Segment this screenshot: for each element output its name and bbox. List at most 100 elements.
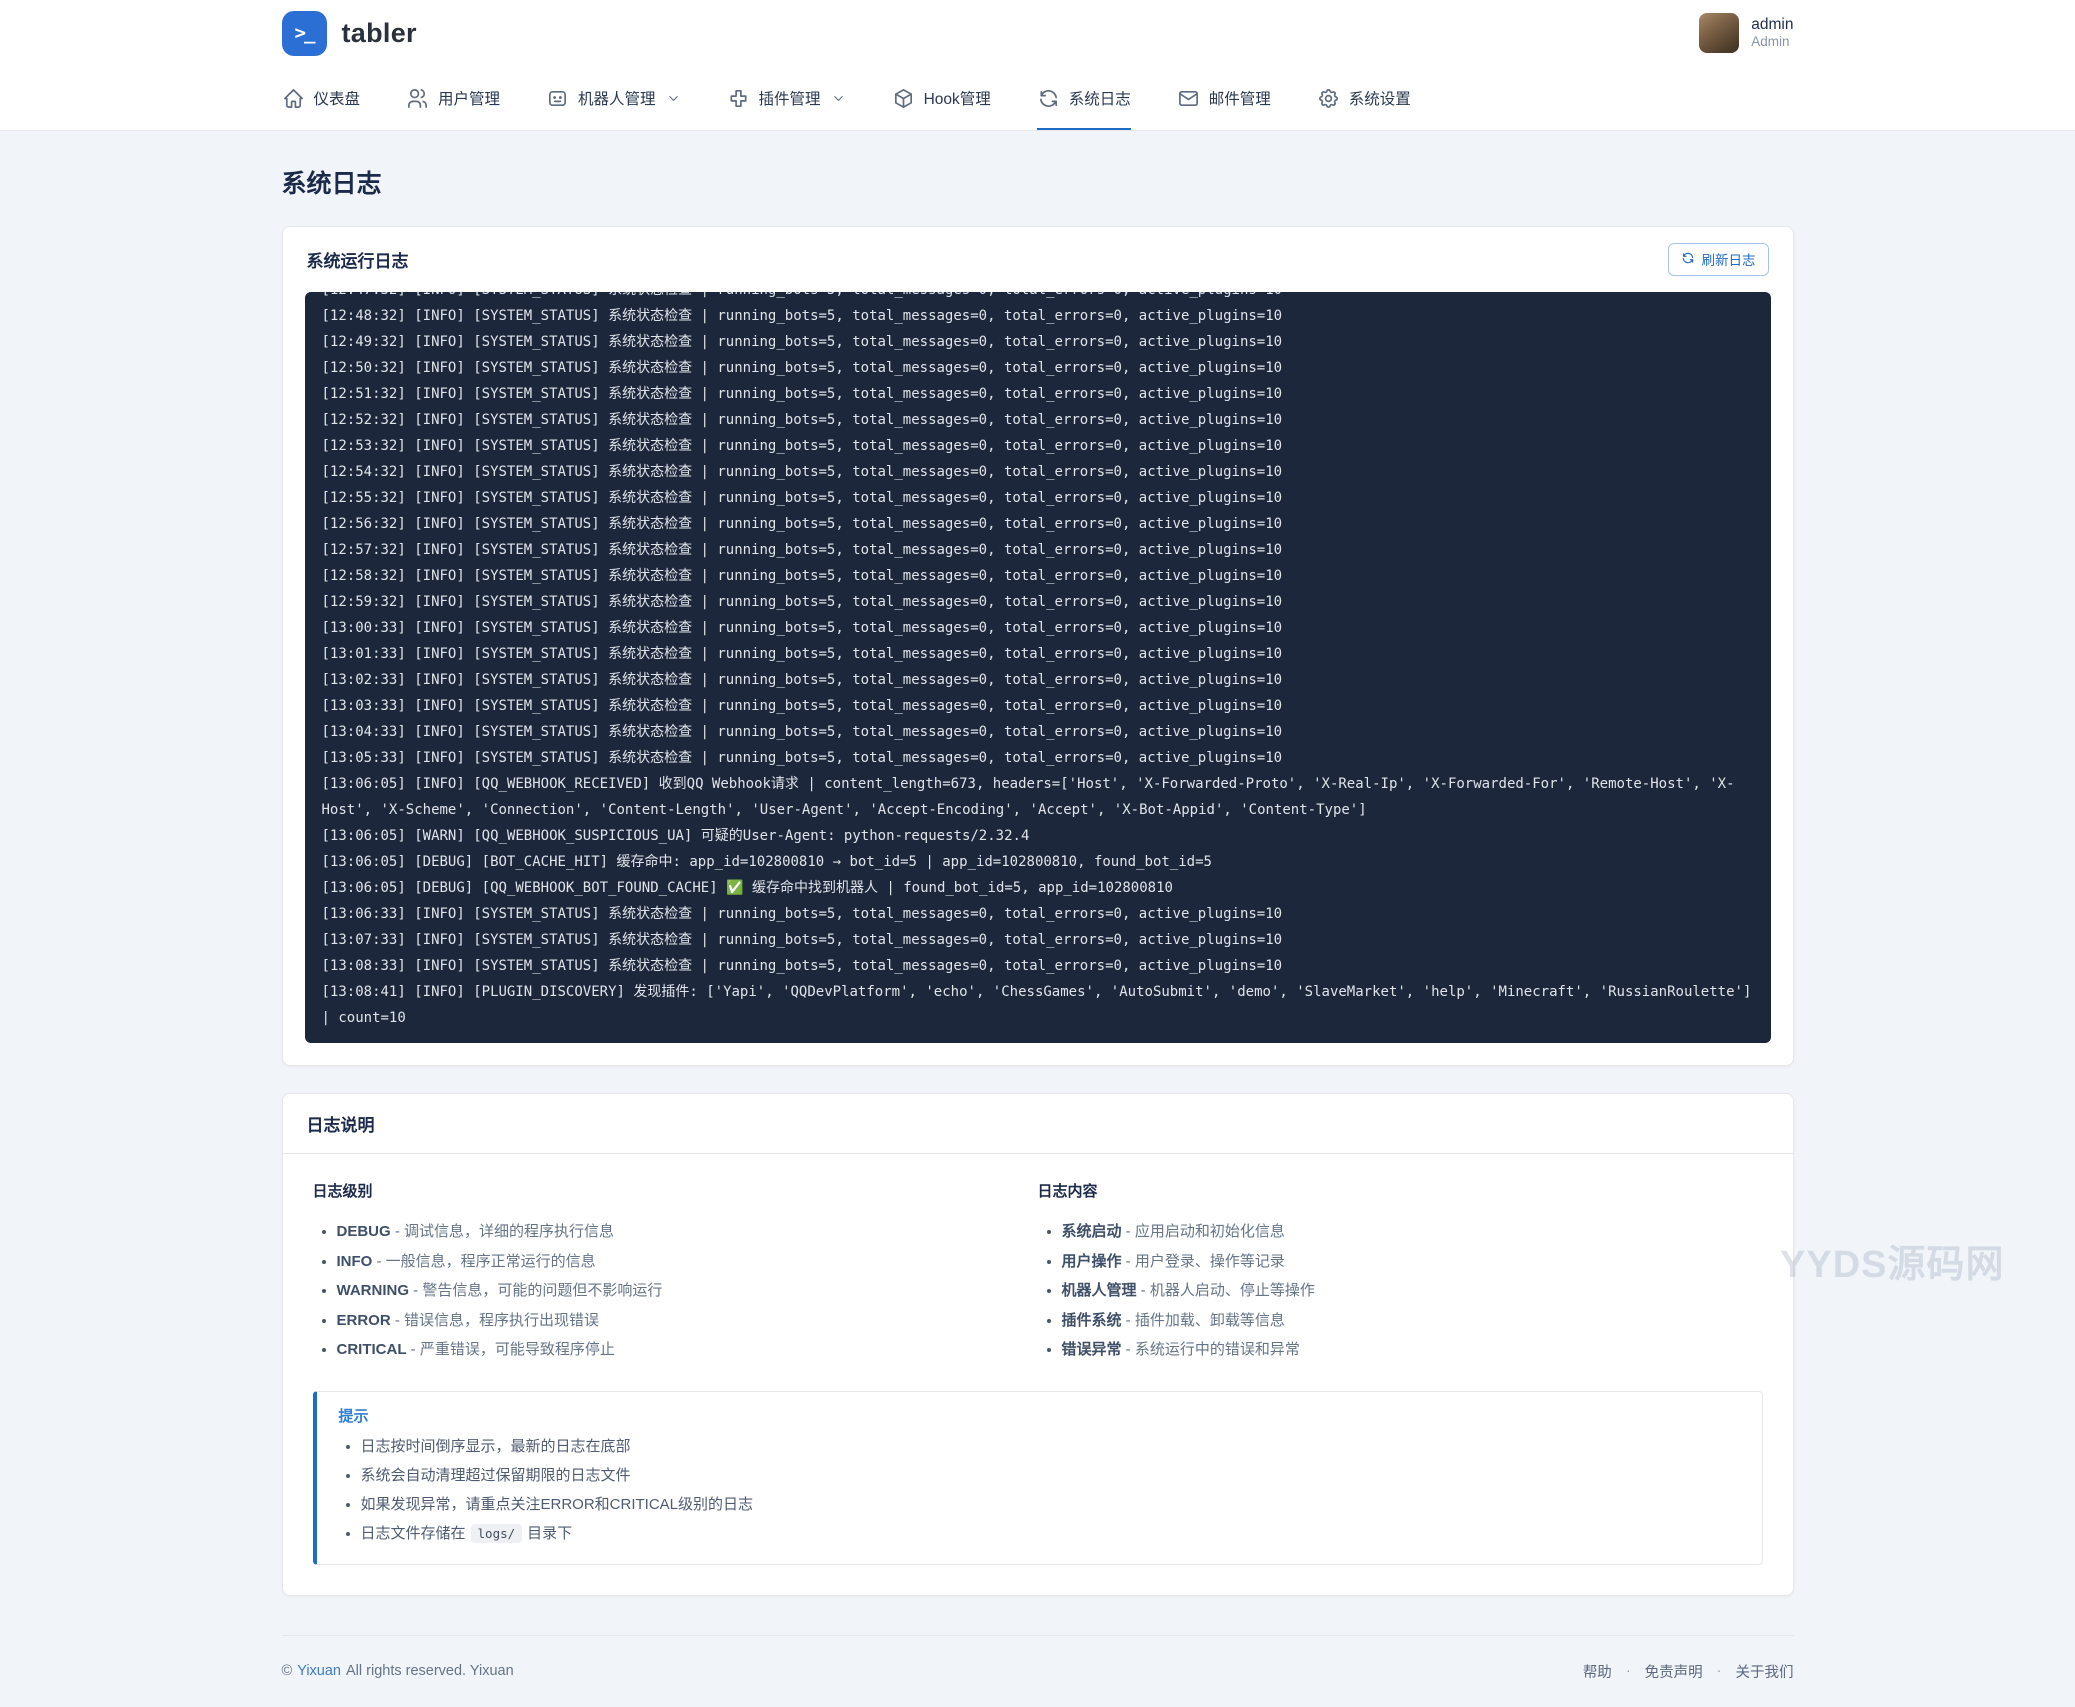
nav-item-label: 系统日志 [1069,87,1131,109]
footer: © Yixuan All rights reserved. Yixuan 帮助 ·… [282,1635,1794,1707]
tip-box: 提示 日志按时间倒序显示，最新的日志在底部系统会自动清理超过保留期限的日志文件如… [313,1391,1763,1565]
refresh-icon [1037,87,1060,110]
log-line: [12:57:32] [INFO] [SYSTEM_STATUS] 系统状态检查… [322,537,1754,563]
log-line: [13:06:05] [WARN] [QQ_WEBHOOK_SUSPICIOUS… [322,823,1754,849]
mail-icon [1177,87,1200,110]
legend-term: DEBUG [337,1223,391,1240]
legend-term: CRITICAL [337,1341,407,1358]
settings-icon [1317,87,1340,110]
log-line: [13:08:41] [INFO] [PLUGIN_DISCOVERY] 发现插… [322,979,1754,1031]
legend-item: WARNING - 警告信息，可能的问题但不影响运行 [337,1276,1038,1306]
nav-item-settings[interactable]: 系统设置 [1317,66,1411,130]
app-header: >_ tabler admin Admin [0,0,2075,66]
log-line: [12:53:32] [INFO] [SYSTEM_STATUS] 系统状态检查… [322,433,1754,459]
refresh-logs-label: 刷新日志 [1702,249,1756,269]
refresh-logs-button[interactable]: 刷新日志 [1668,243,1769,276]
main-nav: 仪表盘 用户管理 机器人管理 插件管理 Hook管理 系统日志 邮件管理 系统设置 [0,66,2075,131]
legend-columns: 日志级别 DEBUG - 调试信息，详细的程序执行信息INFO - 一般信息，程序… [283,1154,1793,1365]
legend-item: ERROR - 错误信息，程序执行出现错误 [337,1306,1038,1336]
page-title: 系统日志 [282,164,1794,200]
legend-item: CRITICAL - 严重错误，可能导致程序停止 [337,1335,1038,1365]
log-legend-card: 日志说明 日志级别 DEBUG - 调试信息，详细的程序执行信息INFO - 一般… [282,1093,1794,1596]
log-line: [12:50:32] [INFO] [SYSTEM_STATUS] 系统状态检查… [322,355,1754,381]
nav-item-label: 系统设置 [1349,87,1411,109]
brand-logo[interactable]: >_ tabler [282,11,417,56]
log-line: [12:59:32] [INFO] [SYSTEM_STATUS] 系统状态检查… [322,589,1754,615]
log-output[interactable]: [12:47:32] [INFO] [SYSTEM_STATUS] 系统状态检查… [305,292,1771,1043]
log-line: [12:58:32] [INFO] [SYSTEM_STATUS] 系统状态检查… [322,563,1754,589]
log-line: [12:48:32] [INFO] [SYSTEM_STATUS] 系统状态检查… [322,303,1754,329]
log-line: [13:00:33] [INFO] [SYSTEM_STATUS] 系统状态检查… [322,615,1754,641]
home-icon [282,87,305,110]
legend-item: 错误异常 - 系统运行中的错误和异常 [1062,1335,1763,1365]
user-role: Admin [1751,34,1793,51]
tip-item: 日志文件存储在logs/目录下 [361,1519,1740,1548]
legend-term: 错误异常 [1062,1341,1122,1358]
log-line: [12:55:32] [INFO] [SYSTEM_STATUS] 系统状态检查… [322,485,1754,511]
log-line: [12:52:32] [INFO] [SYSTEM_STATUS] 系统状态检查… [322,407,1754,433]
package-icon [892,87,915,110]
legend-term: ERROR [337,1312,391,1329]
nav-item-logs[interactable]: 系统日志 [1037,66,1131,130]
tip-item: 如果发现异常，请重点关注ERROR和CRITICAL级别的日志 [361,1490,1740,1519]
legend-item: 插件系统 - 插件加载、卸载等信息 [1062,1306,1763,1336]
brand-name: tabler [342,18,417,49]
code-chip: logs/ [471,1524,523,1543]
nav-item-users[interactable]: 用户管理 [406,66,500,130]
tip-title: 提示 [339,1405,1740,1426]
log-line: [13:04:33] [INFO] [SYSTEM_STATUS] 系统状态检查… [322,719,1754,745]
log-line: [13:06:05] [DEBUG] [QQ_WEBHOOK_BOT_FOUND… [322,875,1754,901]
nav-item-label: 邮件管理 [1209,87,1271,109]
terminal-logo-icon: >_ [282,11,327,56]
legend-column-1: 日志内容系统启动 - 应用启动和初始化信息用户操作 - 用户登录、操作等记录机器… [1038,1180,1763,1365]
log-line: [12:56:32] [INFO] [SYSTEM_STATUS] 系统状态检查… [322,511,1754,537]
log-line: [13:01:33] [INFO] [SYSTEM_STATUS] 系统状态检查… [322,641,1754,667]
tip-item: 系统会自动清理超过保留期限的日志文件 [361,1461,1740,1490]
log-line: [13:06:33] [INFO] [SYSTEM_STATUS] 系统状态检查… [322,901,1754,927]
system-log-card: 系统运行日志 刷新日志 [12:47:32] [INFO] [SYSTEM_ST… [282,226,1794,1066]
legend-item: INFO - 一般信息，程序正常运行的信息 [337,1247,1038,1277]
footer-link-2[interactable]: 关于我们 [1736,1661,1794,1682]
log-line: [13:08:33] [INFO] [SYSTEM_STATUS] 系统状态检查… [322,953,1754,979]
legend-column-heading: 日志级别 [313,1180,1038,1201]
chevron-down-icon [665,91,681,106]
user-menu[interactable]: admin Admin [1699,13,1793,53]
nav-item-dashboard[interactable]: 仪表盘 [282,66,361,130]
nav-item-hooks[interactable]: Hook管理 [892,66,991,130]
nav-item-label: 仪表盘 [314,87,361,109]
legend-card-title: 日志说明 [307,1111,375,1136]
log-line: [13:07:33] [INFO] [SYSTEM_STATUS] 系统状态检查… [322,927,1754,953]
nav-item-mail[interactable]: 邮件管理 [1177,66,1271,130]
nav-item-robots[interactable]: 机器人管理 [546,66,681,130]
legend-item: DEBUG - 调试信息，详细的程序执行信息 [337,1217,1038,1247]
footer-link-1[interactable]: 免责声明 [1645,1661,1703,1682]
copyright-symbol: © [282,1663,293,1679]
tip-list: 日志按时间倒序显示，最新的日志在底部系统会自动清理超过保留期限的日志文件如果发现… [339,1432,1740,1548]
legend-term: 用户操作 [1062,1253,1122,1270]
company-link[interactable]: Yixuan [297,1663,341,1679]
chevron-down-icon [830,91,846,106]
refresh-icon [1681,251,1695,268]
nav-item-label: 机器人管理 [578,87,656,109]
copyright-text: All rights reserved. Yixuan [346,1663,514,1679]
puzzle-icon [727,87,750,110]
robot-icon [546,87,569,110]
legend-term: WARNING [337,1282,410,1299]
nav-item-label: 用户管理 [438,87,500,109]
nav-item-label: Hook管理 [924,87,991,109]
log-line: [12:54:32] [INFO] [SYSTEM_STATUS] 系统状态检查… [322,459,1754,485]
legend-term: 机器人管理 [1062,1282,1137,1299]
log-card-title: 系统运行日志 [307,247,409,272]
footer-link-0[interactable]: 帮助 [1583,1661,1612,1682]
legend-column-0: 日志级别 DEBUG - 调试信息，详细的程序执行信息INFO - 一般信息，程序… [313,1180,1038,1365]
nav-item-plugins[interactable]: 插件管理 [727,66,846,130]
log-line: [13:05:33] [INFO] [SYSTEM_STATUS] 系统状态检查… [322,745,1754,771]
nav-item-label: 插件管理 [759,87,821,109]
log-line: [13:02:33] [INFO] [SYSTEM_STATUS] 系统状态检查… [322,667,1754,693]
footer-link-separator: · [1717,1663,1722,1679]
log-line: [13:06:05] [DEBUG] [BOT_CACHE_HIT] 缓存命中:… [322,849,1754,875]
log-line: [12:47:32] [INFO] [SYSTEM_STATUS] 系统状态检查… [322,292,1754,303]
log-line: [13:03:33] [INFO] [SYSTEM_STATUS] 系统状态检查… [322,693,1754,719]
legend-column-heading: 日志内容 [1038,1180,1763,1201]
legend-item: 系统启动 - 应用启动和初始化信息 [1062,1217,1763,1247]
